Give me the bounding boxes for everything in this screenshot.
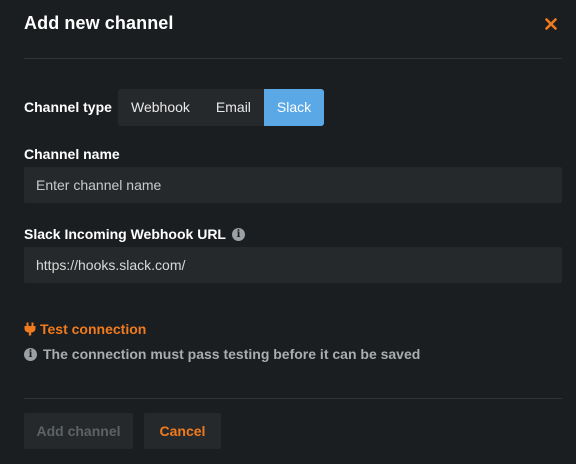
plug-icon	[24, 322, 36, 336]
channel-name-label: Channel name	[24, 146, 120, 162]
test-requirement-text: The connection must pass testing before …	[43, 346, 421, 362]
info-icon: i	[24, 347, 37, 361]
channel-type-selector[interactable]: Webhook Email Slack	[118, 89, 325, 126]
test-connection-label: Test connection	[40, 321, 147, 337]
info-icon[interactable]: i	[232, 227, 245, 241]
test-connection-link[interactable]: Test connection	[24, 321, 146, 337]
webhook-url-input[interactable]	[24, 247, 562, 283]
close-icon	[545, 18, 557, 30]
dialog-title: Add new channel	[24, 13, 174, 33]
add-channel-button[interactable]: Add channel	[24, 413, 133, 449]
close-button[interactable]	[541, 14, 561, 34]
webhook-url-label: Slack Incoming Webhook URL	[24, 226, 226, 242]
webhook-url-label-row: Slack Incoming Webhook URL i	[24, 226, 245, 242]
channel-type-slack[interactable]: Slack	[263, 89, 325, 126]
test-requirement-note: i The connection must pass testing befor…	[24, 346, 420, 362]
cancel-button[interactable]: Cancel	[144, 413, 221, 449]
footer-divider	[24, 398, 562, 399]
channel-type-email[interactable]: Email	[203, 89, 264, 126]
channel-type-webhook[interactable]: Webhook	[118, 89, 203, 126]
channel-name-input[interactable]	[24, 167, 562, 203]
channel-type-label: Channel type	[24, 99, 112, 115]
header-divider	[24, 58, 562, 59]
